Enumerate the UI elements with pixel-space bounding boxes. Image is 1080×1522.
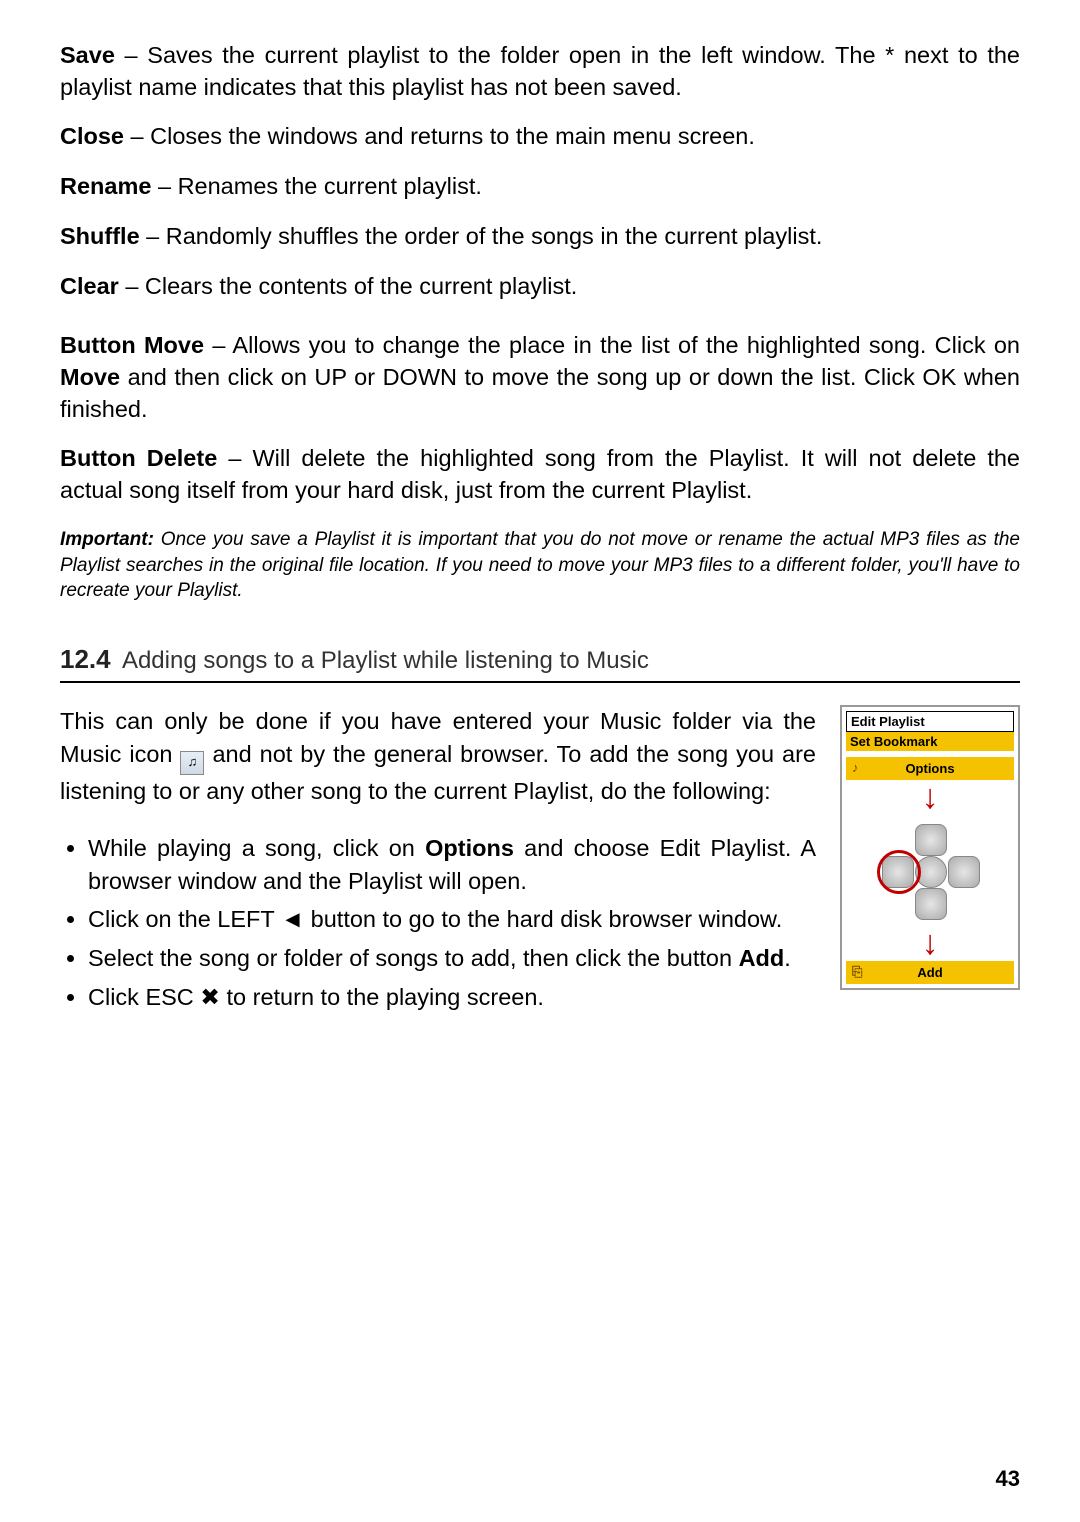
- list-item: Select the song or folder of songs to ad…: [88, 942, 816, 975]
- section-number: 12.4: [60, 644, 111, 674]
- def-close-text: – Closes the windows and returns to the …: [124, 123, 755, 149]
- figure-menu-bookmark: Set Bookmark: [846, 732, 1014, 751]
- def-clear: Clear – Clears the contents of the curre…: [60, 271, 1020, 303]
- figure-add-button: ⎘ Add: [846, 961, 1014, 984]
- def-clear-text: – Clears the contents of the current pla…: [119, 273, 577, 299]
- def-shuffle-term: Shuffle: [60, 223, 140, 249]
- arrow-down-icon: ↓: [922, 932, 939, 956]
- figure-panel: Edit Playlist Set Bookmark ♪ Options ↓ ↓…: [840, 705, 1020, 991]
- figure-options-button: ♪ Options: [846, 757, 1014, 780]
- add-icon: ⎘: [852, 964, 862, 980]
- important-note: Important: Once you save a Playlist it i…: [60, 527, 1020, 604]
- page-number: 43: [996, 1466, 1020, 1492]
- def-move-term: Button Move: [60, 332, 204, 358]
- def-close-term: Close: [60, 123, 124, 149]
- figure-options-label: Options: [905, 761, 954, 776]
- dpad-up: [915, 824, 947, 856]
- def-move-text-b: and then click on UP or DOWN to move the…: [60, 364, 1020, 422]
- important-text: Once you save a Playlist it is important…: [60, 529, 1020, 601]
- figure-menu: Edit Playlist Set Bookmark: [846, 711, 1014, 751]
- def-button-move: Button Move – Allows you to change the p…: [60, 330, 1020, 425]
- step1-bold: Options: [425, 835, 514, 861]
- music-note-icon: ♪: [852, 760, 859, 775]
- list-item: While playing a song, click on Options a…: [88, 832, 816, 898]
- list-item: Click ESC ✖ to return to the playing scr…: [88, 981, 816, 1014]
- def-shuffle-text: – Randomly shuffles the order of the son…: [140, 223, 823, 249]
- def-rename-term: Rename: [60, 173, 151, 199]
- figure-add-label: Add: [917, 965, 942, 980]
- section-intro: This can only be done if you have entere…: [60, 705, 816, 808]
- dpad-icon: [870, 816, 990, 926]
- step4: Click ESC ✖ to return to the playing scr…: [88, 984, 544, 1010]
- dpad-left-highlight-ring: [877, 850, 921, 894]
- dpad-down: [915, 888, 947, 920]
- music-icon: ♫: [180, 751, 204, 775]
- figure-menu-title: Edit Playlist: [846, 711, 1014, 732]
- def-button-delete: Button Delete – Will delete the highligh…: [60, 443, 1020, 506]
- section-heading: 12.4 Adding songs to a Playlist while li…: [60, 644, 1020, 683]
- def-close: Close – Closes the windows and returns t…: [60, 121, 1020, 153]
- section-title: Adding songs to a Playlist while listeni…: [122, 647, 649, 674]
- important-label: Important:: [60, 529, 154, 550]
- step1-a: While playing a song, click on: [88, 835, 425, 861]
- steps-list: While playing a song, click on Options a…: [60, 832, 816, 1014]
- def-move-bold-mid: Move: [60, 364, 120, 390]
- def-move-text-a: – Allows you to change the place in the …: [204, 332, 1020, 358]
- def-delete-term: Button Delete: [60, 445, 217, 471]
- step3-b: .: [784, 945, 791, 971]
- def-save-term: Save: [60, 42, 115, 68]
- step2: Click on the LEFT ◄ button to go to the …: [88, 906, 782, 932]
- step3-a: Select the song or folder of songs to ad…: [88, 945, 739, 971]
- arrow-down-icon: ↓: [922, 786, 939, 810]
- dpad-right: [948, 856, 980, 888]
- def-rename: Rename – Renames the current playlist.: [60, 171, 1020, 203]
- list-item: Click on the LEFT ◄ button to go to the …: [88, 903, 816, 936]
- def-shuffle: Shuffle – Randomly shuffles the order of…: [60, 221, 1020, 253]
- def-clear-term: Clear: [60, 273, 119, 299]
- def-rename-text: – Renames the current playlist.: [151, 173, 481, 199]
- step3-bold: Add: [739, 945, 785, 971]
- def-save: Save – Saves the current playlist to the…: [60, 40, 1020, 103]
- def-save-text: – Saves the current playlist to the fold…: [60, 42, 1020, 100]
